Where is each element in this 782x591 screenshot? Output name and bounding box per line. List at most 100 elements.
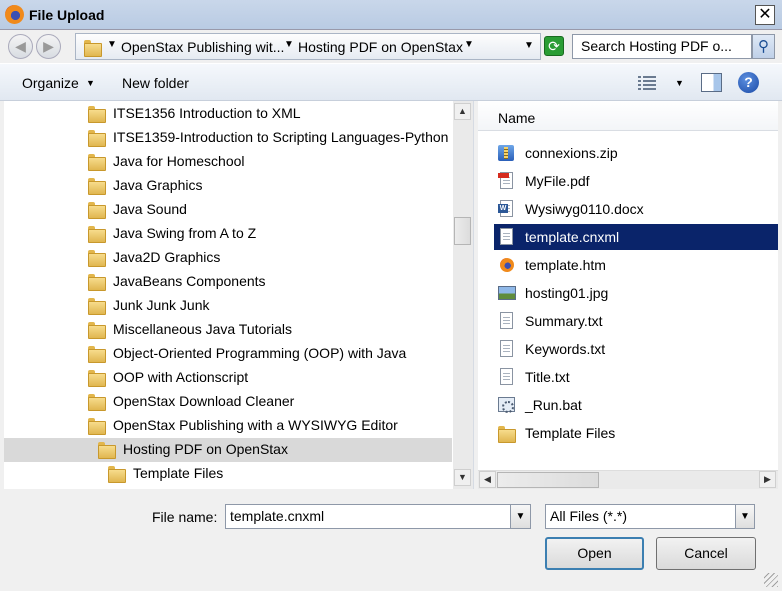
file-upload-dialog: File Upload ✕ ◀ ▶ ▼ OpenStax Publishing … — [0, 0, 782, 591]
tree-item[interactable]: Java for Homeschool — [4, 150, 452, 174]
tree-item-label: Junk Junk Junk — [113, 297, 210, 313]
file-item[interactable]: Template Files — [494, 420, 778, 446]
tree-item-label: Java Graphics — [113, 177, 203, 193]
file-item[interactable]: Keywords.txt — [494, 336, 778, 362]
file-item[interactable]: MyFile.pdf — [494, 168, 778, 194]
file-name-input[interactable]: template.cnxml — [225, 504, 511, 529]
address-history-dropdown[interactable]: ▼ — [524, 40, 534, 51]
tree-item[interactable]: Junk Junk Junk — [4, 294, 452, 318]
folder-icon — [88, 418, 106, 435]
open-button[interactable]: Open — [545, 537, 644, 570]
change-view-button[interactable] — [638, 75, 658, 91]
tree-item-label: ITSE1359-Introduction to Scripting Langu… — [113, 129, 449, 145]
tree-item-label: OpenStax Publishing with a WYSIWYG Edito… — [113, 417, 398, 433]
file-item[interactable]: _Run.bat — [494, 392, 778, 418]
chevron-down-icon[interactable]: ▼ — [86, 78, 95, 88]
folder-icon — [88, 322, 106, 339]
file-list[interactable]: Name connexions.zip MyFile.pdf W Wysiwyg011… — [478, 101, 778, 489]
folder-icon — [88, 346, 106, 363]
scroll-thumb[interactable] — [497, 472, 599, 488]
tree-item[interactable]: Java Graphics — [4, 174, 452, 198]
text-file-icon — [498, 312, 516, 330]
toolbar: Organize ▼ New folder ▼ ? — [0, 63, 782, 101]
tree-item-label: Miscellaneous Java Tutorials — [113, 321, 292, 337]
tree-item[interactable]: OpenStax Download Cleaner — [4, 390, 452, 414]
file-item[interactable]: connexions.zip — [494, 140, 778, 166]
tree-item[interactable]: Object-Oriented Programming (OOP) with J… — [4, 342, 452, 366]
breadcrumb-arrow-icon[interactable]: ▼ — [464, 39, 474, 50]
tree-item[interactable]: Java Swing from A to Z — [4, 222, 452, 246]
file-name-dropdown-button[interactable]: ▼ — [510, 504, 531, 529]
zip-icon — [498, 144, 516, 162]
help-button[interactable]: ? — [738, 72, 759, 93]
breadcrumb-arrow-icon[interactable]: ▼ — [284, 39, 294, 50]
file-list-horizontal-scrollbar[interactable]: ◀ ▶ — [478, 470, 778, 489]
tree-item[interactable]: OpenStax Publishing with a WYSIWYG Edito… — [4, 414, 452, 438]
scroll-left-button[interactable]: ◀ — [479, 471, 496, 488]
tree-item-label: Java Sound — [113, 201, 187, 217]
close-button[interactable]: ✕ — [755, 5, 775, 25]
folder-icon — [88, 250, 106, 267]
tree-item[interactable]: OOP with Actionscript — [4, 366, 452, 390]
tree-item-label: OpenStax Download Cleaner — [113, 393, 295, 409]
document-icon — [498, 228, 516, 246]
chevron-down-icon[interactable]: ▼ — [675, 78, 684, 88]
tree-item-label: JavaBeans Components — [113, 273, 266, 289]
tree-item[interactable]: Java2D Graphics — [4, 246, 452, 270]
breadcrumb-item[interactable]: OpenStax Publishing wit... — [121, 39, 284, 55]
folder-tree-scrollbar[interactable]: ▲ ▼ — [453, 101, 473, 489]
search-button[interactable]: ⚲ — [752, 34, 775, 59]
tree-item[interactable]: Template Files — [4, 462, 452, 486]
tree-item-label: Java for Homeschool — [113, 153, 245, 169]
file-item[interactable]: template.htm — [494, 252, 778, 278]
tree-item[interactable]: Miscellaneous Java Tutorials — [4, 318, 452, 342]
firefox-html-icon — [498, 256, 516, 274]
breadcrumb[interactable]: ▼ OpenStax Publishing wit... ▼ Hosting P… — [75, 33, 541, 60]
scroll-right-button[interactable]: ▶ — [759, 471, 776, 488]
text-file-icon — [498, 368, 516, 386]
scroll-thumb[interactable] — [454, 217, 471, 245]
tree-item[interactable]: JavaBeans Components — [4, 270, 452, 294]
organize-button[interactable]: Organize — [22, 75, 79, 91]
scroll-up-button[interactable]: ▲ — [454, 103, 471, 120]
tree-item-label: Template Files — [133, 465, 224, 481]
folder-icon — [108, 466, 126, 483]
cancel-button[interactable]: Cancel — [656, 537, 756, 570]
tree-item[interactable]: Java Sound — [4, 198, 452, 222]
file-item[interactable]: Summary.txt — [494, 308, 778, 334]
tree-item-label: Java Swing from A to Z — [113, 225, 257, 241]
new-folder-button[interactable]: New folder — [122, 75, 189, 91]
folder-tree[interactable]: ITSE1356 Introduction to XML ITSE1359-Int… — [4, 101, 474, 489]
column-name-label: Name — [498, 110, 536, 126]
file-item-label: hosting01.jpg — [525, 285, 609, 301]
back-button[interactable]: ◀ — [8, 34, 33, 59]
file-item-label: template.htm — [525, 257, 606, 273]
file-item-label: Template Files — [525, 425, 616, 441]
breadcrumb-arrow-icon[interactable]: ▼ — [107, 39, 117, 50]
resize-grip[interactable] — [764, 573, 778, 587]
forward-button[interactable]: ▶ — [36, 34, 61, 59]
tree-item[interactable]: Hosting PDF on OpenStax — [4, 438, 452, 462]
folder-icon — [88, 154, 106, 171]
file-item[interactable]: Title.txt — [494, 364, 778, 390]
scroll-down-button[interactable]: ▼ — [454, 469, 471, 486]
refresh-button[interactable]: ⟳ — [544, 36, 564, 56]
file-item-label: template.cnxml — [525, 229, 620, 245]
file-type-dropdown-button[interactable]: ▼ — [735, 504, 755, 529]
tree-item[interactable]: ITSE1359-Introduction to Scripting Langu… — [4, 126, 452, 150]
folder-icon — [88, 274, 106, 291]
search-input[interactable]: Search Hosting PDF o... — [572, 34, 752, 59]
file-item-label: connexions.zip — [525, 145, 618, 161]
refresh-icon: ⟳ — [548, 38, 560, 54]
file-item[interactable]: template.cnxml — [494, 224, 778, 250]
file-item-label: Title.txt — [525, 369, 570, 385]
preview-pane-button[interactable] — [701, 73, 722, 92]
column-header-name[interactable]: Name — [478, 101, 778, 131]
breadcrumb-item[interactable]: Hosting PDF on OpenStax — [298, 39, 463, 55]
file-item[interactable]: hosting01.jpg — [494, 280, 778, 306]
tree-item[interactable]: ITSE1356 Introduction to XML — [4, 102, 452, 126]
word-icon: W — [498, 200, 516, 218]
file-item[interactable]: W Wysiwyg0110.docx — [494, 196, 778, 222]
file-type-select[interactable]: All Files (*.*) — [545, 504, 736, 529]
search-icon: ⚲ — [758, 38, 769, 55]
